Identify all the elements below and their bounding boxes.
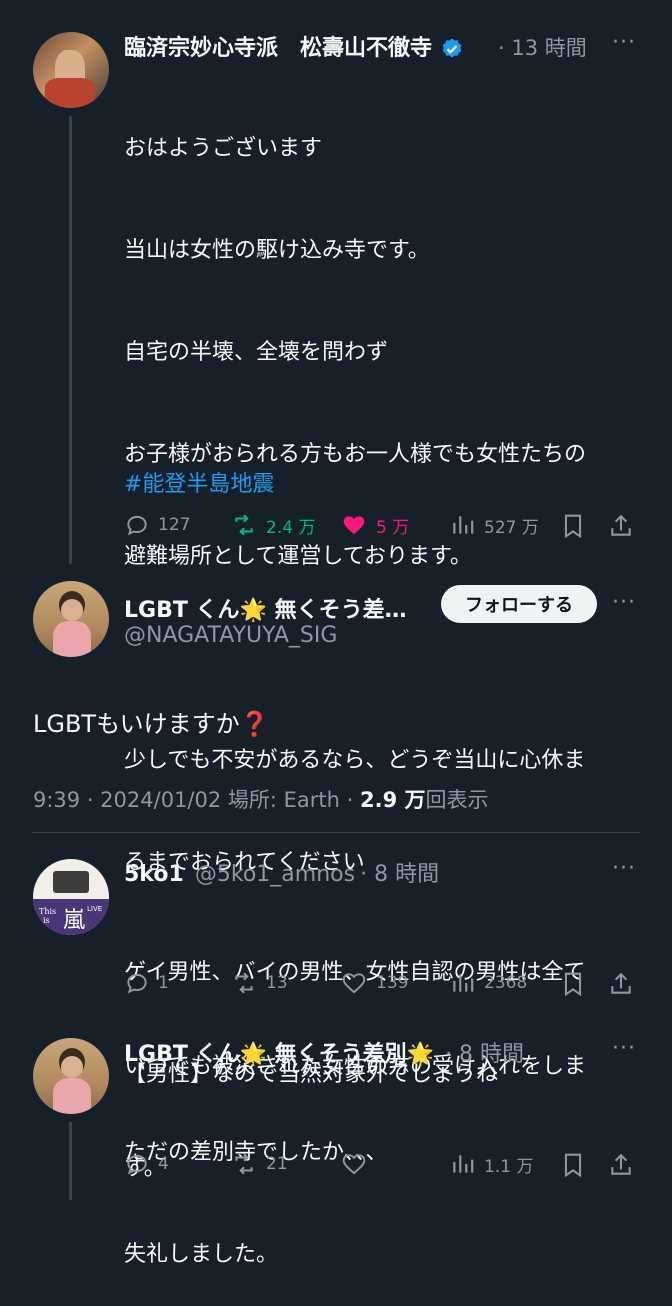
- bookmark-icon: [564, 972, 582, 997]
- author-name[interactable]: 臨済宗妙心寺派 松壽山不徹寺: [124, 30, 464, 62]
- reply-icon: [127, 973, 147, 994]
- retweet-button[interactable]: 21: [230, 1151, 288, 1177]
- like-button[interactable]: 139: [340, 970, 408, 996]
- views-button[interactable]: 527 万: [450, 512, 539, 538]
- verified-badge-icon: [442, 38, 462, 58]
- author-name[interactable]: LGBT くん🌟 無くそう差…: [124, 592, 407, 624]
- share-button[interactable]: [608, 1151, 634, 1179]
- thread-line: [69, 1122, 72, 1200]
- tweet-time-location[interactable]: 9:39 · 2024/01/02 場所: Earth ·: [33, 788, 360, 812]
- share-icon: [611, 514, 631, 536]
- views-count: 2.9 万: [360, 788, 426, 812]
- like-button[interactable]: [340, 1151, 368, 1177]
- retweet-button[interactable]: 13: [230, 970, 288, 996]
- share-icon: [611, 1153, 631, 1175]
- reply-icon: [127, 1154, 147, 1175]
- bookmark-button[interactable]: [560, 512, 586, 540]
- more-options-icon[interactable]: ···: [612, 1036, 636, 1061]
- tweet-metadata: 9:39 · 2024/01/02 場所: Earth · 2.9 万回表示: [33, 784, 489, 814]
- heart-icon: [342, 973, 366, 994]
- author-handle[interactable]: @5ko1_amnos: [195, 862, 355, 887]
- bookmark-icon: [564, 514, 582, 539]
- follow-button[interactable]: フォローする: [441, 585, 597, 623]
- reply-button[interactable]: 1: [124, 970, 169, 996]
- more-options-icon[interactable]: ···: [612, 856, 636, 881]
- tweet-text: ただの差別寺でしたか、、、 失礼しました。: [124, 1140, 388, 1267]
- avatar-user[interactable]: [33, 1038, 109, 1114]
- more-options-icon[interactable]: ···: [612, 590, 636, 615]
- divider: [32, 832, 640, 833]
- avatar-temple[interactable]: [33, 32, 109, 108]
- reply-button[interactable]: 4: [124, 1151, 169, 1177]
- thread-line: [69, 116, 72, 564]
- bookmark-button[interactable]: [560, 970, 586, 998]
- bookmark-button[interactable]: [560, 1151, 586, 1179]
- retweet-icon: [235, 972, 253, 994]
- avatar-user[interactable]: [33, 581, 109, 657]
- hashtag-link[interactable]: #能登半島地震: [124, 466, 274, 498]
- bookmark-icon: [564, 1153, 582, 1178]
- tweet-timestamp[interactable]: · 8 時間: [360, 862, 439, 887]
- more-options-icon[interactable]: ···: [612, 30, 636, 55]
- tweet-timestamp[interactable]: · 8 時間: [445, 1042, 524, 1067]
- author-name[interactable]: 5ko1: [124, 862, 184, 887]
- author-handle[interactable]: @NAGATAYUYA_SIG: [124, 623, 337, 648]
- like-button[interactable]: 5 万: [340, 512, 409, 538]
- views-label: 回表示: [425, 788, 489, 812]
- retweet-button[interactable]: 2.4 万: [230, 512, 315, 538]
- views-button[interactable]: 1.1 万: [450, 1151, 533, 1177]
- views-button[interactable]: 2368: [450, 970, 527, 996]
- reply-button[interactable]: 127: [124, 512, 190, 538]
- share-icon: [611, 972, 631, 994]
- reply-icon: [127, 515, 147, 536]
- tweet-timestamp[interactable]: · 13 時間: [498, 32, 587, 62]
- heart-icon: [342, 1154, 366, 1175]
- avatar-5ko1[interactable]: This is 嵐 LIVE: [33, 859, 109, 935]
- tweet-text: LGBTもいけますか❓: [33, 710, 270, 738]
- retweet-icon: [235, 514, 253, 536]
- question-emoji: ❓: [239, 710, 270, 738]
- views-chart-icon: [453, 1155, 474, 1173]
- reply-header: 5ko1 @5ko1_amnos · 8 時間: [124, 856, 439, 888]
- heart-filled-icon: [343, 516, 365, 535]
- retweet-icon: [235, 1153, 253, 1175]
- views-chart-icon: [453, 974, 474, 992]
- author-name[interactable]: LGBT くん🌟 無くそう差別🌟: [124, 1042, 434, 1067]
- views-chart-icon: [453, 516, 474, 534]
- share-button[interactable]: [608, 512, 634, 540]
- share-button[interactable]: [608, 970, 634, 998]
- reply-header: LGBT くん🌟 無くそう差別🌟 · 8 時間: [124, 1036, 524, 1068]
